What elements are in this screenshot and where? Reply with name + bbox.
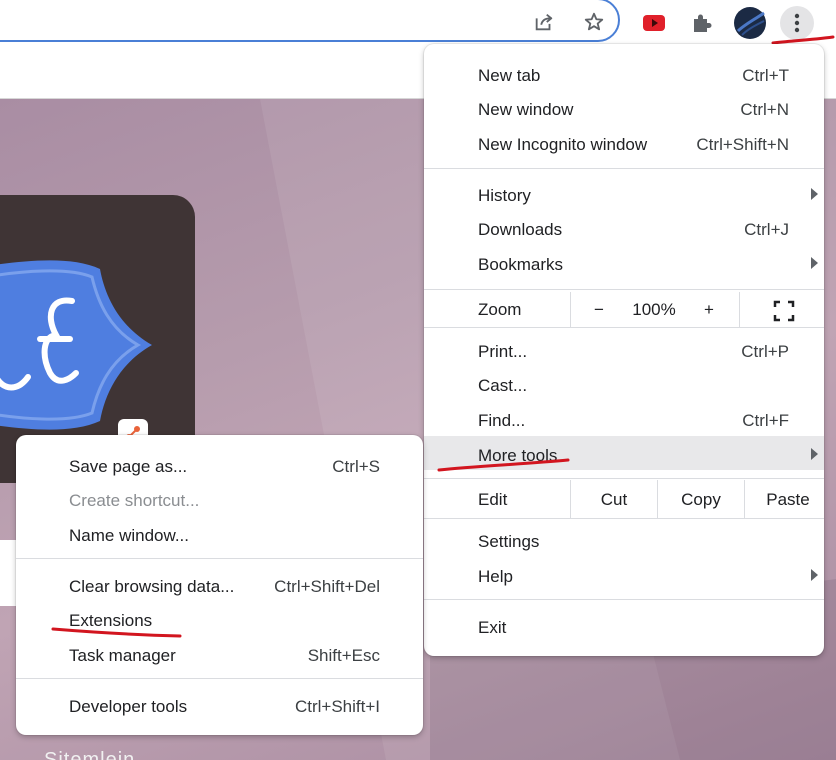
menu-item-bookmarks[interactable]: Bookmarks — [424, 248, 824, 282]
zoom-in-button[interactable]: + — [694, 300, 724, 320]
menu-separator — [424, 289, 824, 290]
menu-item-label: New window — [478, 100, 574, 119]
menu-item-label: Name window... — [69, 526, 189, 545]
menu-item-history[interactable]: History — [424, 179, 824, 213]
menu-item-label: Edit — [478, 490, 508, 509]
menu-item-label: More tools — [478, 446, 558, 465]
menu-item-print[interactable]: Print... Ctrl+P — [424, 335, 824, 369]
menu-item-label: Exit — [478, 618, 507, 637]
menu-item-shortcut: Ctrl+Shift+Del — [274, 577, 380, 596]
menu-separator — [424, 478, 824, 479]
menu-item-new-tab[interactable]: New tab Ctrl+T — [424, 59, 824, 93]
menu-item-label: Help — [478, 567, 513, 586]
menu-item-shortcut: Ctrl+N — [740, 100, 789, 119]
menu-item-label: New Incognito window — [478, 135, 648, 154]
menu-item-label: Clear browsing data... — [69, 577, 235, 596]
menu-item-extensions[interactable]: Extensions — [16, 604, 423, 638]
menu-item-shortcut: Ctrl+S — [332, 457, 380, 476]
menu-item-label: Print... — [478, 342, 528, 361]
more-tools-submenu: Save page as... Ctrl+S Create shortcut..… — [16, 435, 423, 735]
menu-item-label: Task manager — [69, 646, 176, 665]
menu-item-create-shortcut[interactable]: Create shortcut... — [16, 484, 423, 518]
menu-item-help[interactable]: Help — [424, 560, 824, 594]
edit-copy-button[interactable]: Copy — [658, 490, 744, 510]
profile-avatar[interactable] — [733, 6, 767, 40]
menu-item-developer-tools[interactable]: Developer tools Ctrl+Shift+I — [16, 690, 423, 724]
fullscreen-icon[interactable] — [772, 299, 796, 328]
star-icon[interactable] — [582, 10, 606, 34]
edit-paste-button[interactable]: Paste — [745, 490, 831, 510]
menu-item-cast[interactable]: Cast... — [424, 369, 824, 403]
zoom-out-button[interactable]: − — [584, 300, 614, 320]
app-logo-icon — [0, 260, 152, 430]
menu-item-shortcut: Ctrl+Shift+N — [696, 135, 789, 154]
menu-item-label: Zoom — [478, 300, 522, 319]
menu-separator — [424, 599, 824, 600]
menu-item-label: Create shortcut... — [69, 491, 200, 510]
puzzle-extensions-icon[interactable] — [685, 6, 719, 40]
submenu-arrow-icon — [811, 448, 818, 460]
menu-separator — [16, 678, 423, 679]
page-card-edge — [0, 540, 16, 606]
menu-item-shortcut: Ctrl+J — [744, 220, 789, 239]
menu-item-shortcut: Ctrl+Shift+I — [294, 697, 380, 716]
menu-item-label: Save page as... — [69, 457, 188, 476]
menu-item-clear-browsing-data[interactable]: Clear browsing data... Ctrl+Shift+Del — [16, 570, 423, 604]
menu-item-label: Settings — [478, 532, 540, 551]
browser-main-menu: New tab Ctrl+T New window Ctrl+N New Inc… — [424, 44, 824, 656]
youtube-extension-icon[interactable] — [637, 6, 671, 40]
menu-item-settings[interactable]: Settings — [424, 525, 824, 559]
menu-item-new-window[interactable]: New window Ctrl+N — [424, 93, 824, 127]
menu-item-label: Cast... — [478, 376, 528, 395]
menu-row-zoom: Zoom − 100% + — [424, 292, 824, 328]
menu-separator — [424, 518, 824, 519]
submenu-arrow-icon — [811, 257, 818, 269]
edit-cut-button[interactable]: Cut — [571, 490, 657, 510]
menu-item-more-tools[interactable]: More tools — [424, 436, 824, 470]
menu-item-label: Bookmarks — [478, 255, 564, 274]
three-dots-vertical-icon — [794, 13, 800, 33]
menu-item-save-page-as[interactable]: Save page as... Ctrl+S — [16, 450, 423, 484]
menu-item-label: Downloads — [478, 220, 563, 239]
menu-item-label: Developer tools — [69, 697, 188, 716]
menu-item-shortcut: Ctrl+F — [742, 411, 789, 430]
zoom-level-value: 100% — [632, 300, 676, 319]
page-heading-text: Sitemlein — [44, 749, 136, 760]
submenu-arrow-icon — [811, 569, 818, 581]
menu-item-label: History — [478, 186, 531, 205]
menu-separator — [16, 558, 423, 559]
menu-item-exit[interactable]: Exit — [424, 611, 824, 645]
menu-item-label: Find... — [478, 411, 526, 430]
browser-toolbar — [0, 0, 836, 46]
browser-menu-button[interactable] — [780, 6, 814, 40]
menu-item-shortcut: Ctrl+P — [741, 342, 789, 361]
share-icon[interactable] — [532, 10, 556, 34]
menu-item-find[interactable]: Find... Ctrl+F — [424, 404, 824, 438]
menu-item-task-manager[interactable]: Task manager Shift+Esc — [16, 639, 423, 673]
menu-item-new-incognito-window[interactable]: New Incognito window Ctrl+Shift+N — [424, 128, 824, 162]
address-bar[interactable] — [0, 0, 620, 42]
menu-item-label: Extensions — [69, 611, 153, 630]
menu-item-downloads[interactable]: Downloads Ctrl+J — [424, 213, 824, 247]
menu-item-shortcut: Ctrl+T — [742, 66, 789, 85]
menu-item-name-window[interactable]: Name window... — [16, 519, 423, 553]
menu-item-label: New tab — [478, 66, 541, 85]
submenu-arrow-icon — [811, 188, 818, 200]
menu-row-edit: Edit Cut Copy Paste — [424, 480, 824, 518]
menu-separator — [424, 327, 824, 328]
menu-separator — [424, 168, 824, 169]
menu-item-shortcut: Shift+Esc — [307, 646, 380, 665]
